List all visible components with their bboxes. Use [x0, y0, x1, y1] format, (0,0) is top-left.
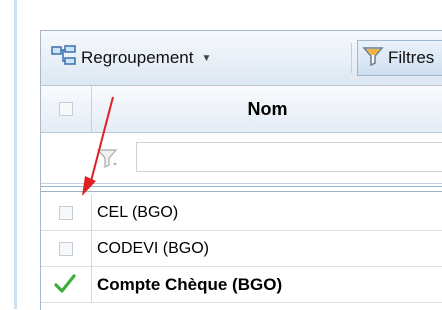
- chevron-down-icon[interactable]: ▼: [201, 53, 211, 64]
- group-tree-icon: [51, 44, 77, 72]
- filters-label: Filtres: [388, 48, 435, 67]
- filters-button[interactable]: Filtres: [357, 40, 442, 76]
- column-header-row: Nom: [41, 86, 442, 133]
- checkmark-icon[interactable]: [53, 273, 77, 300]
- row-check-cell: [41, 195, 92, 230]
- group-by-label: Regroupement: [81, 48, 194, 67]
- group-by-button[interactable]: Regroupement ▼: [47, 40, 349, 76]
- header-divider: [41, 186, 442, 192]
- table-row[interactable]: CEL (BGO): [41, 195, 442, 231]
- row-name: CODEVI (BGO): [97, 240, 210, 257]
- table-row[interactable]: CODEVI (BGO): [41, 231, 442, 267]
- grid-panel: Regroupement ▼ Filtres Nom CEL (BGO) COD…: [40, 30, 442, 310]
- name-filter-input[interactable]: [136, 142, 442, 172]
- filter-funnel-icon[interactable]: [96, 147, 122, 176]
- column-header-nom[interactable]: Nom: [92, 86, 442, 132]
- row-name: CEL (BGO): [97, 204, 179, 221]
- grid-toolbar: Regroupement ▼ Filtres: [41, 31, 442, 86]
- row-check-cell: [41, 267, 92, 302]
- select-all-checkbox[interactable]: [59, 102, 73, 116]
- row-checkbox[interactable]: [59, 206, 73, 220]
- table-row-selected[interactable]: Compte Chèque (BGO): [41, 267, 442, 303]
- funnel-icon: [362, 45, 384, 72]
- row-name: Compte Chèque (BGO): [97, 275, 283, 294]
- row-check-cell: [41, 231, 92, 266]
- window-edge: [14, 0, 17, 309]
- filter-row: [41, 133, 442, 184]
- select-all-cell: [41, 86, 92, 132]
- row-checkbox[interactable]: [59, 242, 73, 256]
- toolbar-separator: [351, 43, 352, 73]
